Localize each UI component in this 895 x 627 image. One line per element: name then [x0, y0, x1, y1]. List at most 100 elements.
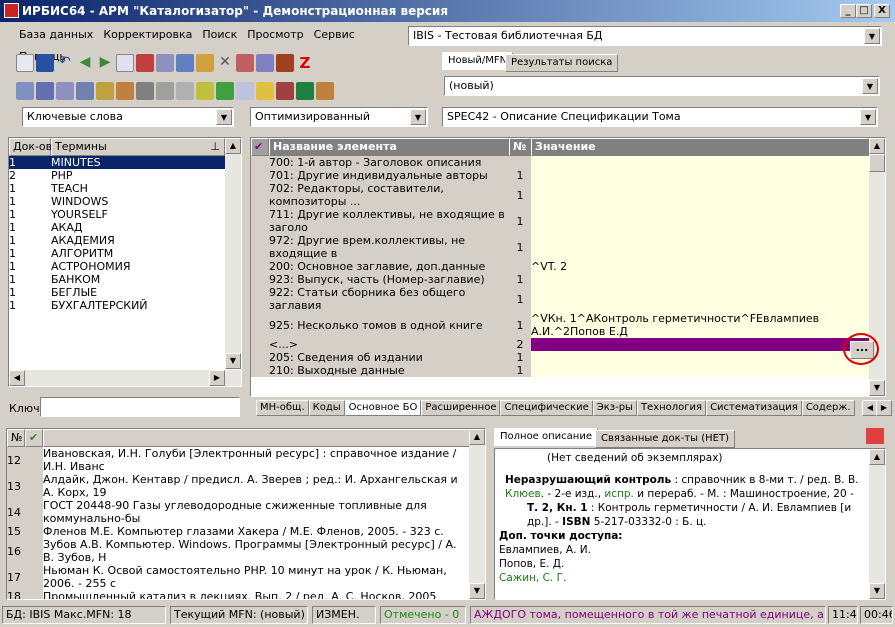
results-header-desc[interactable] — [43, 429, 471, 447]
row-indicator[interactable] — [251, 234, 269, 260]
database-select[interactable]: IBIS - Тестовая библиотечная БД ▼ — [408, 26, 882, 46]
row-indicator[interactable] — [251, 273, 269, 286]
row-indicator[interactable] — [251, 286, 269, 312]
folder-icon[interactable] — [156, 82, 174, 100]
scroll-right-icon[interactable]: ▶ — [209, 370, 225, 386]
field-row[interactable]: 210: Выходные данные 1 — [251, 364, 869, 377]
tree-icon[interactable] — [176, 54, 194, 72]
row-indicator[interactable] — [251, 169, 269, 182]
scroll-up-icon[interactable]: ▲ — [869, 138, 885, 154]
terms-row[interactable]: 1 TEACH — [9, 182, 225, 195]
worksheet-tab[interactable]: Технология — [636, 400, 707, 416]
field-row[interactable]: 700: 1-й автор - Заголовок описания — [251, 156, 869, 169]
scroll-up-icon[interactable]: ▲ — [869, 449, 885, 465]
sort-icon[interactable] — [96, 82, 114, 100]
field-row[interactable]: 200: Основное заглавие, доп.данные ^VT. 2 — [251, 260, 869, 273]
mail-icon[interactable] — [56, 82, 74, 100]
scroll-down-icon[interactable]: ▼ — [225, 353, 241, 369]
field-row[interactable]: 923: Выпуск, часть (Номер-заглавие) 1 — [251, 273, 869, 286]
row-indicator[interactable] — [251, 312, 269, 338]
terms-row[interactable]: 1 АКАДЕМИЯ — [9, 234, 225, 247]
header-number[interactable]: № — [509, 138, 531, 156]
maximize-button[interactable]: □ — [856, 4, 872, 18]
scroll-thumb[interactable] — [869, 154, 885, 172]
z3950-icon[interactable]: Z — [296, 54, 314, 72]
worksheet-tab[interactable]: Коды — [308, 400, 345, 416]
result-row[interactable]: 15 Фленов М.Е. Компьютер глазами Хакера /… — [7, 525, 471, 538]
row-indicator[interactable] — [251, 208, 269, 234]
terms-header-count[interactable]: Док-ов — [9, 138, 52, 156]
field-row[interactable]: 702: Редакторы, составители, композиторы… — [251, 182, 869, 208]
row-indicator[interactable] — [251, 260, 269, 273]
terms-scrollbar[interactable]: ▲ ▼ — [225, 138, 241, 369]
result-row[interactable]: 16 Зубов А.В. Компьютер. Windows. Програм… — [7, 538, 471, 564]
minimize-button[interactable]: _ — [840, 4, 856, 18]
field-value[interactable] — [531, 182, 869, 208]
page-icon[interactable] — [236, 82, 254, 100]
scroll-left-icon[interactable]: ◀ — [9, 370, 25, 386]
field-value[interactable] — [531, 234, 869, 260]
field-row[interactable]: 972: Другие врем.коллективы, не входящие… — [251, 234, 869, 260]
undo-icon[interactable]: ↶ — [56, 54, 74, 72]
header-element-name[interactable]: Название элемента — [269, 138, 509, 156]
close-button[interactable]: X — [874, 4, 890, 18]
open-folder-icon[interactable] — [256, 82, 274, 100]
print-icon[interactable] — [176, 82, 194, 100]
field-value[interactable] — [531, 208, 869, 234]
chevron-down-icon[interactable]: ▼ — [862, 78, 878, 94]
forward-icon[interactable]: ▶ — [96, 54, 114, 72]
excel-icon[interactable] — [296, 82, 314, 100]
terms-row[interactable]: 1 АСТРОНОМИЯ — [9, 260, 225, 273]
row-indicator[interactable] — [251, 182, 269, 208]
scroll-down-icon[interactable]: ▼ — [869, 380, 885, 396]
edit-icon[interactable] — [196, 54, 214, 72]
print-icon[interactable] — [866, 428, 884, 444]
export-icon[interactable] — [256, 54, 274, 72]
worksheet-tab[interactable]: Основное БО — [344, 400, 422, 416]
terms-row[interactable]: 1 АЛГОРИТМ — [9, 247, 225, 260]
row-indicator[interactable] — [251, 156, 269, 169]
search-mode-select[interactable]: Ключевые слова ▼ — [22, 107, 234, 127]
tab-full-description[interactable]: Полное описание — [494, 428, 598, 446]
report-icon[interactable] — [216, 82, 234, 100]
preview-scrollbar[interactable]: ▲ ▼ — [869, 449, 885, 599]
terms-row[interactable]: 1 БУХГАЛТЕРСКИЙ — [9, 299, 225, 312]
terms-row[interactable]: 1 АКАД — [9, 221, 225, 234]
worksheet-tab[interactable]: Экз-ры — [592, 400, 637, 416]
terms-hscrollbar[interactable]: ◀ ▶ — [9, 370, 241, 386]
field-row[interactable]: 711: Другие коллективы, не входящие в за… — [251, 208, 869, 234]
field-value[interactable] — [531, 338, 869, 351]
row-indicator[interactable] — [251, 338, 269, 351]
new-icon[interactable] — [16, 54, 34, 72]
find-icon[interactable] — [76, 82, 94, 100]
save-icon[interactable] — [36, 54, 54, 72]
terms-row[interactable]: 2 PHP — [9, 169, 225, 182]
menu-service[interactable]: Сервис — [309, 24, 360, 46]
worksheet-tab[interactable]: МН-общ. — [256, 400, 309, 416]
delete-icon[interactable]: ✕ — [216, 54, 234, 72]
field-row[interactable]: 922: Статьи сборника без общего заглавия… — [251, 286, 869, 312]
scroll-up-icon[interactable]: ▲ — [469, 429, 485, 445]
worksheet-select[interactable]: SPEC42 - Описание Спецификации Тома ▼ — [442, 107, 878, 127]
field-row[interactable]: <...> 2 — [251, 338, 869, 351]
results-check-icon[interactable]: ✔ — [25, 429, 43, 447]
field-value[interactable] — [531, 286, 869, 312]
link-klyuev[interactable]: Клюев — [505, 488, 541, 500]
result-row[interactable]: 18 Промышленный катализ в лекциях. Вып. 2… — [7, 590, 471, 599]
terms-row[interactable]: 1 БЕГЛЫЕ — [9, 286, 225, 299]
record-select[interactable]: (новый) ▼ — [444, 76, 880, 96]
terms-row[interactable]: 1 MINUTES — [9, 156, 225, 169]
chevron-down-icon[interactable]: ▼ — [410, 109, 426, 125]
tab-new-mfn[interactable]: Новый/MFN — [442, 52, 514, 70]
menu-search[interactable]: Поиск — [197, 24, 242, 46]
scroll-up-icon[interactable]: ▲ — [225, 138, 241, 154]
filter-icon[interactable] — [36, 82, 54, 100]
result-row[interactable]: 14 ГОСТ 20448-90 Газы углеводородные сжиж… — [7, 499, 471, 525]
field-value[interactable] — [531, 169, 869, 182]
row-indicator[interactable] — [251, 351, 269, 364]
worksheet-tab[interactable]: Содерж. — [801, 400, 855, 416]
field-value[interactable] — [531, 156, 869, 169]
settings-icon[interactable] — [316, 82, 334, 100]
terms-row[interactable]: 1 БАНКОМ — [9, 273, 225, 286]
back-icon[interactable]: ◀ — [76, 54, 94, 72]
